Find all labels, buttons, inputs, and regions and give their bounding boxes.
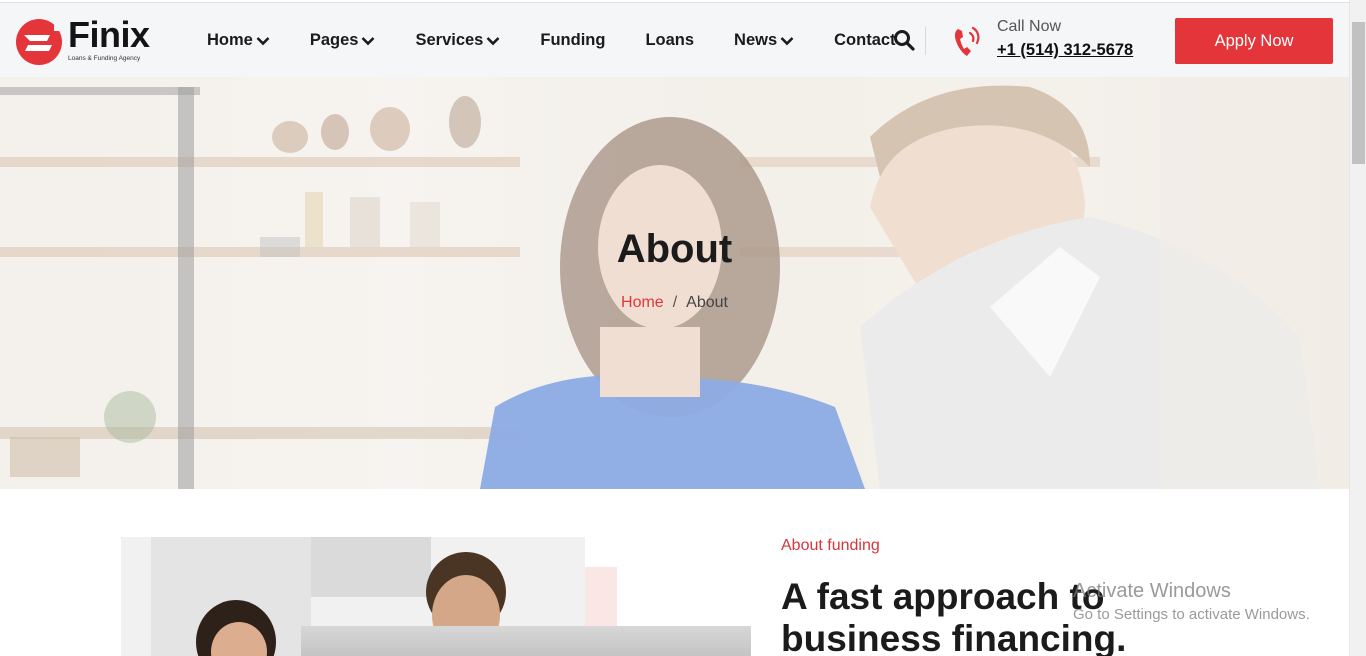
watermark-line-2: Go to Settings to activate Windows. [1073, 606, 1310, 623]
nav-item-home[interactable]: Home [207, 31, 270, 50]
about-secondary-image [301, 626, 751, 656]
nav-item-news[interactable]: News [734, 31, 794, 50]
nav-item-loans[interactable]: Loans [645, 31, 694, 50]
nav-item-funding[interactable]: Funding [540, 31, 605, 50]
about-accent-shape [585, 567, 617, 627]
chevron-down-icon [362, 36, 375, 45]
logo-text: Finix Loans & Funding Agency [68, 14, 150, 63]
nav-item-contact[interactable]: Contact [834, 31, 895, 50]
nav-item-pages[interactable]: Pages [310, 31, 376, 50]
call-now-label: Call Now [997, 18, 1062, 35]
brand-logo[interactable]: Finix Loans & Funding Agency [14, 17, 174, 69]
page-hero: About Home / About [0, 77, 1349, 489]
nav-item-label: Loans [645, 31, 695, 49]
nav-item-services[interactable]: Services [415, 31, 500, 50]
site-header: Finix Loans & Funding Agency Home Pages … [0, 2, 1349, 77]
nav-item-label: Home [207, 31, 253, 49]
breadcrumb-current: About [686, 294, 728, 311]
nav-item-label: Funding [540, 31, 606, 49]
chevron-down-icon [486, 36, 500, 45]
header-divider [925, 27, 926, 55]
page-scrollbar[interactable] [1349, 0, 1366, 656]
logo-mark-icon [16, 19, 62, 65]
phone-ringing-icon [954, 26, 980, 56]
scrollbar-thumb[interactable] [1352, 22, 1365, 164]
main-nav: Home Pages Services Funding Loans News C… [207, 3, 936, 78]
nav-item-label: News [734, 31, 778, 49]
breadcrumb-home-link[interactable]: Home [621, 294, 664, 312]
brand-name: Finix [68, 14, 150, 55]
search-icon[interactable] [893, 29, 915, 51]
chevron-down-icon [780, 36, 794, 45]
windows-activation-watermark: Activate Windows Go to Settings to activ… [1073, 580, 1310, 623]
nav-item-label: Contact [834, 31, 896, 49]
hero-overlay [0, 77, 1349, 489]
breadcrumb: Home / About [0, 294, 1349, 312]
nav-item-label: Services [415, 31, 484, 49]
breadcrumb-separator: / [672, 294, 678, 311]
nav-item-label: Pages [309, 31, 359, 49]
watermark-line-1: Activate Windows [1073, 580, 1231, 602]
section-subtitle: About funding [781, 537, 880, 554]
chevron-down-icon [256, 36, 270, 45]
apply-now-button[interactable]: Apply Now [1175, 18, 1333, 64]
phone-number-link[interactable]: +1 (514) 312-5678 [997, 41, 1133, 60]
page-title: About [616, 227, 733, 271]
brand-tagline: Loans & Funding Agency [68, 55, 141, 62]
